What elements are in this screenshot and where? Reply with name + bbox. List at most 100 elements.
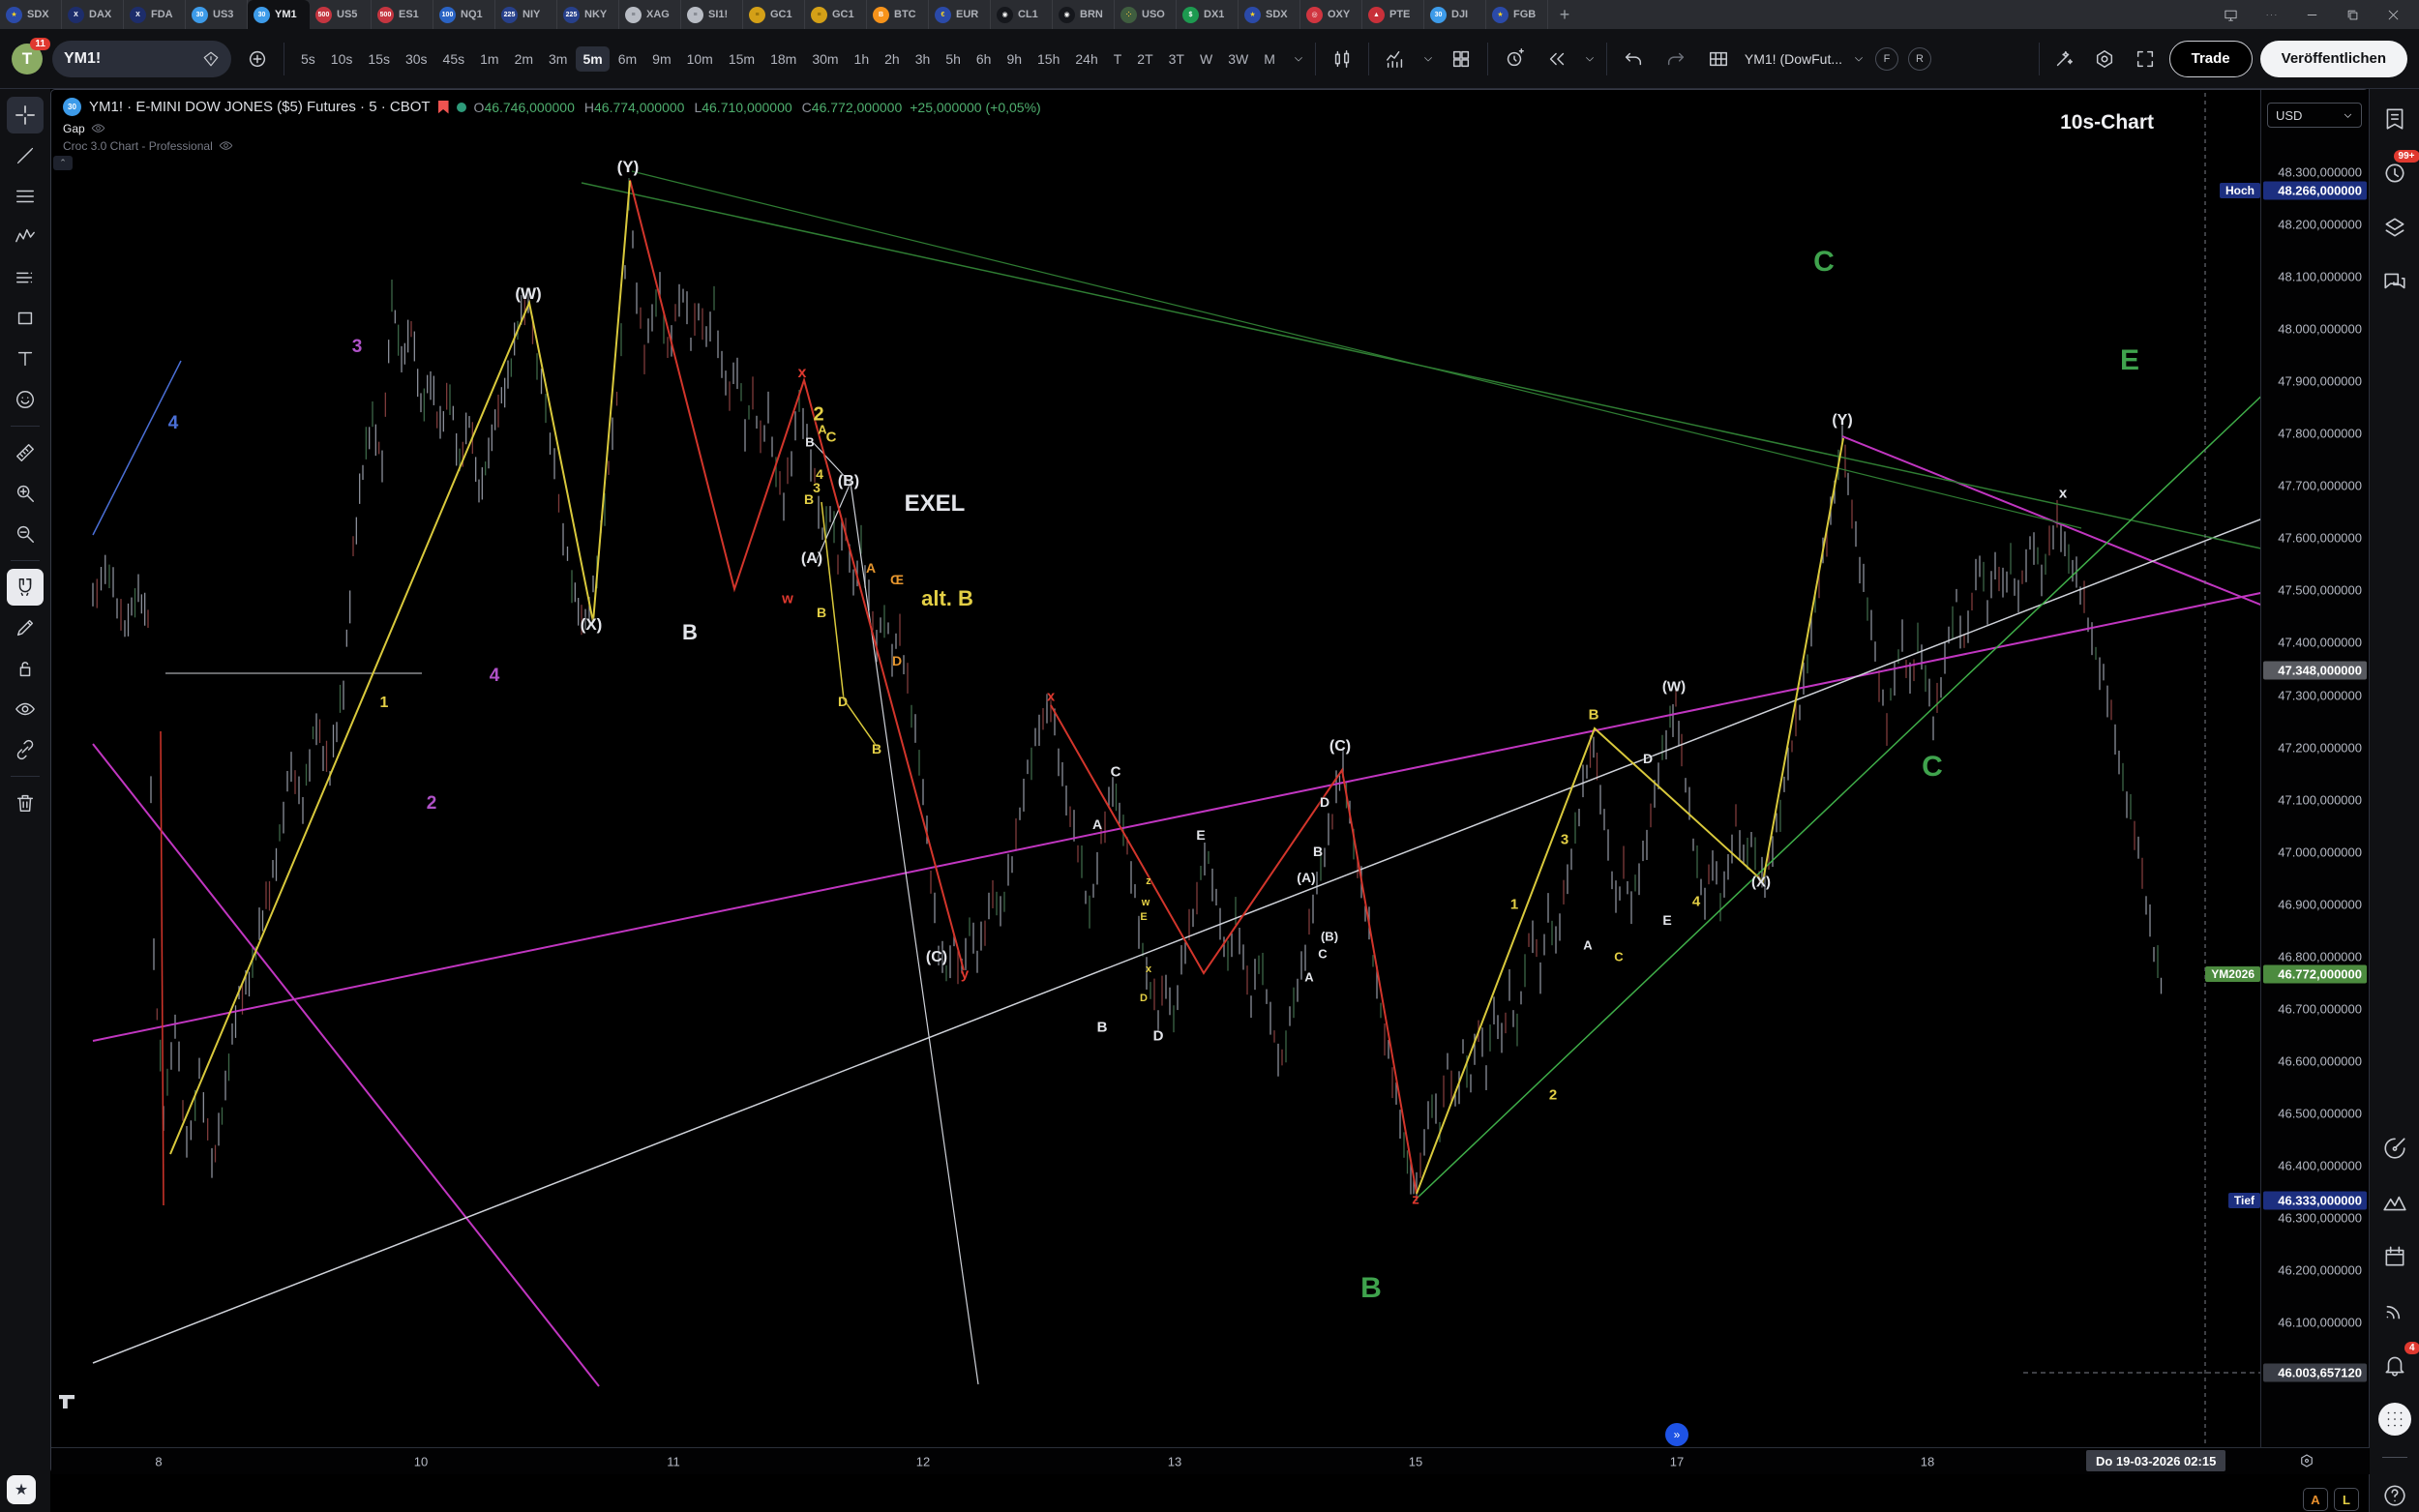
- candle-style-icon[interactable]: [1326, 43, 1359, 75]
- interval-18m[interactable]: 18m: [763, 46, 803, 72]
- interval-15s[interactable]: 15s: [361, 46, 397, 72]
- interval-6m[interactable]: 6m: [612, 46, 643, 72]
- minimize-icon[interactable]: [2295, 2, 2328, 27]
- tool-ruler[interactable]: [7, 434, 44, 471]
- symbol-tab-nq1[interactable]: 100NQ1: [433, 0, 495, 29]
- monitor-icon[interactable]: [2214, 2, 2247, 27]
- more-menu-icon[interactable]: [2255, 2, 2287, 27]
- symbol-tab-sdx[interactable]: ★SDX: [0, 0, 62, 29]
- tool-magnet[interactable]: [7, 569, 44, 606]
- scale-button-l[interactable]: L: [2334, 1488, 2359, 1511]
- interval-5s[interactable]: 5s: [294, 46, 322, 72]
- interval-3h[interactable]: 3h: [909, 46, 938, 72]
- interval-45s[interactable]: 45s: [436, 46, 472, 72]
- symbol-tab-uso[interactable]: ⁘USO: [1115, 0, 1177, 29]
- symbol-tab-es1[interactable]: 500ES1: [372, 0, 433, 29]
- replay-chevron-icon[interactable]: [1583, 43, 1597, 75]
- tool-zoom-in[interactable]: [7, 475, 44, 512]
- layout-grid-icon[interactable]: [1445, 43, 1478, 75]
- symbol-tab-btc[interactable]: BBTC: [867, 0, 929, 29]
- sidebar-radar[interactable]: [2378, 1132, 2411, 1165]
- tool-lock[interactable]: [7, 650, 44, 687]
- interval-2m[interactable]: 2m: [508, 46, 540, 72]
- price-axis[interactable]: USD 48.300,00000048.266,00000048.200,000…: [2260, 90, 2369, 1447]
- symbol-tab-us5[interactable]: 500US5: [310, 0, 372, 29]
- sidebar-ideas[interactable]: [2378, 1186, 2411, 1219]
- redo-icon[interactable]: [1659, 43, 1692, 75]
- tool-eye[interactable]: [7, 691, 44, 727]
- interval-chevron-icon[interactable]: [1292, 43, 1305, 75]
- interval-2h[interactable]: 2h: [878, 46, 907, 72]
- sidebar-bell[interactable]: 4: [2378, 1349, 2411, 1381]
- eye-icon[interactable]: [91, 121, 105, 135]
- fullscreen-icon[interactable]: [2129, 43, 2162, 75]
- gap-indicator-row[interactable]: Gap: [63, 121, 105, 135]
- chart-plot-area[interactable]: (W)34(Y)x2ACB43(B)BEXEL(A)AŒwalt. BBDB(X…: [51, 90, 2260, 1447]
- interval-5h[interactable]: 5h: [939, 46, 968, 72]
- interval-30m[interactable]: 30m: [805, 46, 845, 72]
- indicators-icon[interactable]: [1379, 43, 1412, 75]
- indicator-row[interactable]: Croc 3.0 Chart - Professional: [63, 138, 233, 153]
- add-tab-button[interactable]: +: [1548, 0, 1581, 29]
- time-axis[interactable]: 810111213151718 Do 19-03-2026 02:15: [51, 1447, 2370, 1474]
- symbol-tab-xag[interactable]: ≡XAG: [619, 0, 681, 29]
- interval-1m[interactable]: 1m: [473, 46, 505, 72]
- interval-T[interactable]: T: [1107, 46, 1129, 72]
- sidebar-signal[interactable]: [2378, 1294, 2411, 1327]
- undo-icon[interactable]: [1617, 43, 1650, 75]
- tool-fib-retracement[interactable]: [7, 178, 44, 215]
- symbol-tab-us3[interactable]: 30US3: [186, 0, 248, 29]
- magic-wand-icon[interactable]: [2047, 43, 2080, 75]
- tool-trash[interactable]: [7, 785, 44, 821]
- scale-button-a[interactable]: A: [2303, 1488, 2328, 1511]
- symbol-tab-gc1[interactable]: ≡GC1: [743, 0, 805, 29]
- layout-name[interactable]: YM1! (DowFut...: [1745, 51, 1842, 67]
- symbol-tab-dji[interactable]: 30DJI: [1424, 0, 1486, 29]
- interval-24h[interactable]: 24h: [1068, 46, 1104, 72]
- fast-button-r[interactable]: R: [1908, 47, 1931, 71]
- interval-10s[interactable]: 10s: [324, 46, 360, 72]
- symbol-tab-dax[interactable]: XDAX: [62, 0, 124, 29]
- symbol-tab-oxy[interactable]: ◎OXY: [1300, 0, 1362, 29]
- tool-crosshair[interactable]: [7, 97, 44, 133]
- flag-icon[interactable]: [438, 101, 449, 114]
- interval-10m[interactable]: 10m: [680, 46, 720, 72]
- sidebar-watchlist[interactable]: [2378, 103, 2411, 135]
- trade-button[interactable]: Trade: [2169, 41, 2253, 77]
- symbol-tab-pte[interactable]: ▲PTE: [1362, 0, 1424, 29]
- symbol-tab-niy[interactable]: 225NIY: [495, 0, 557, 29]
- multichart-grid-icon[interactable]: [1702, 43, 1735, 75]
- symbol-tab-eur[interactable]: €EUR: [929, 0, 991, 29]
- tool-prediction[interactable]: [7, 259, 44, 296]
- sidebar-alarm-clock[interactable]: 99+: [2378, 157, 2411, 190]
- symbol-tab-nky[interactable]: 225NKY: [557, 0, 619, 29]
- sidebar-layers[interactable]: [2378, 211, 2411, 244]
- symbol-tab-cl1[interactable]: ◉CL1: [991, 0, 1053, 29]
- sidebar-help[interactable]: [2378, 1479, 2411, 1512]
- avatar[interactable]: T 11: [12, 44, 43, 74]
- interval-15h[interactable]: 15h: [1030, 46, 1066, 72]
- symbol-tab-si1![interactable]: ≡SI1!: [681, 0, 743, 29]
- indicators-chevron-icon[interactable]: [1421, 43, 1435, 75]
- axis-settings-icon[interactable]: [2298, 1452, 2315, 1469]
- interval-3m[interactable]: 3m: [542, 46, 574, 72]
- symbol-tab-fgb[interactable]: ★FGB: [1486, 0, 1548, 29]
- interval-15m[interactable]: 15m: [722, 46, 762, 72]
- symbol-tab-sdx[interactable]: ★SDX: [1239, 0, 1300, 29]
- symbol-tab-ym1[interactable]: 30YM1: [248, 0, 310, 29]
- restore-icon[interactable]: [2336, 2, 2369, 27]
- interval-9h[interactable]: 9h: [1000, 46, 1029, 72]
- tool-rectangle[interactable]: [7, 300, 44, 337]
- flag-diamond-icon[interactable]: [202, 50, 220, 68]
- interval-3W[interactable]: 3W: [1221, 46, 1255, 72]
- compare-add-icon[interactable]: [241, 43, 274, 75]
- settings-hexagon-icon[interactable]: [2088, 43, 2121, 75]
- tool-zoom-out[interactable]: [7, 516, 44, 552]
- tool-edit-pencil[interactable]: [7, 609, 44, 646]
- goto-realtime-button[interactable]: »: [1665, 1423, 1688, 1446]
- legend-collapse-button[interactable]: ⌃: [53, 156, 73, 170]
- sidebar-apps[interactable]: [2378, 1403, 2411, 1436]
- symbol-tab-dx1[interactable]: $DX1: [1177, 0, 1239, 29]
- interval-9m[interactable]: 9m: [645, 46, 677, 72]
- favorites-button[interactable]: ★: [7, 1475, 36, 1504]
